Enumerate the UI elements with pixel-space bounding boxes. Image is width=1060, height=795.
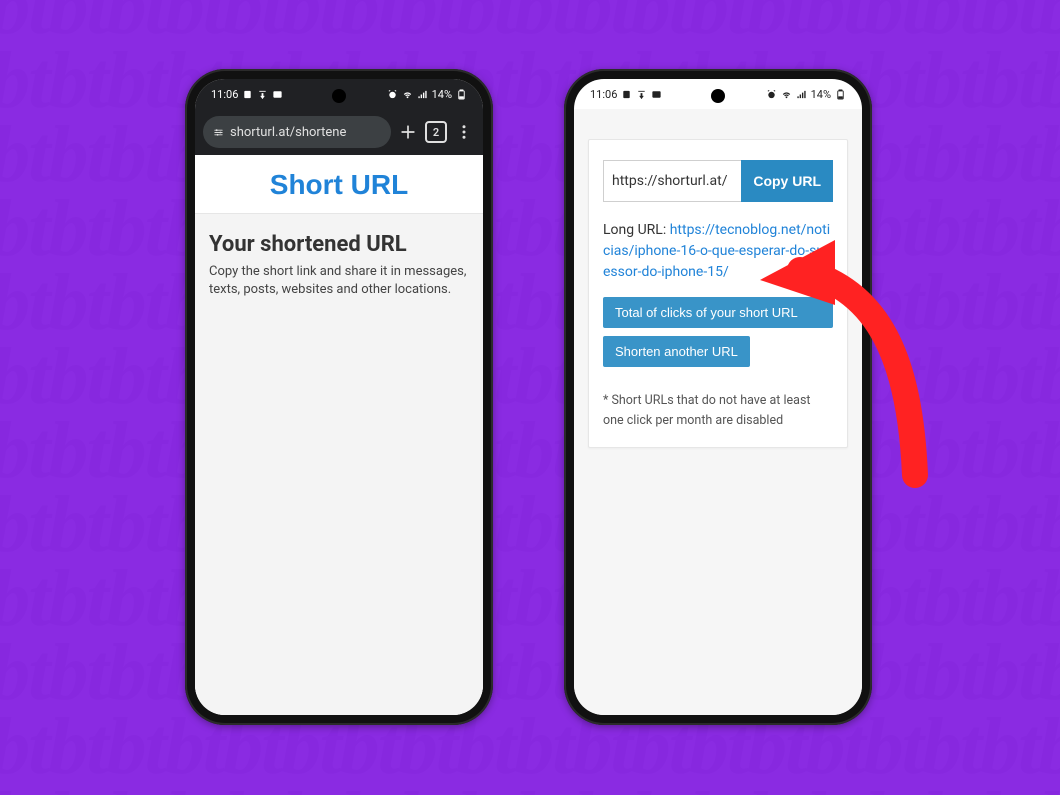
image-icon bbox=[651, 89, 662, 100]
page-content: https://shorturl.at/ Copy URL Long URL: … bbox=[574, 109, 862, 715]
wifi-icon bbox=[781, 89, 792, 100]
phone-mockup-right: 11:06 bbox=[564, 69, 872, 725]
battery-icon bbox=[835, 89, 846, 100]
new-tab-button[interactable] bbox=[397, 121, 419, 143]
status-time: 11:06 bbox=[211, 88, 238, 101]
alarm-icon bbox=[766, 89, 777, 100]
shorten-another-button[interactable]: Shorten another URL bbox=[603, 336, 750, 367]
result-card: https://shorturl.at/ Copy URL Long URL: … bbox=[588, 139, 848, 448]
download-icon bbox=[636, 89, 647, 100]
image-icon bbox=[272, 89, 283, 100]
copy-url-button[interactable]: Copy URL bbox=[741, 160, 833, 202]
download-icon bbox=[257, 89, 268, 100]
wifi-icon bbox=[402, 89, 413, 100]
signal-icon bbox=[796, 89, 807, 100]
long-url-row: Long URL: https://tecnoblog.net/noticias… bbox=[603, 220, 833, 283]
camera-cutout bbox=[332, 89, 346, 103]
battery-percent: 14% bbox=[432, 88, 452, 101]
site-logo-text[interactable]: Short URL bbox=[195, 169, 483, 201]
background-pattern bbox=[0, 0, 1060, 795]
address-url: shorturl.at/shortene bbox=[230, 125, 346, 140]
battery-percent: 14% bbox=[811, 88, 831, 101]
browser-toolbar: shorturl.at/shortene 2 bbox=[195, 109, 483, 155]
phone-mockup-left: 11:06 bbox=[185, 69, 493, 725]
long-url-label: Long URL: bbox=[603, 222, 670, 238]
page-subtext: Copy the short link and share it in mess… bbox=[209, 263, 469, 299]
browser-menu-button[interactable] bbox=[453, 121, 475, 143]
site-settings-icon bbox=[213, 127, 224, 138]
page-heading: Your shortened URL bbox=[209, 232, 469, 257]
disclaimer-text: * Short URLs that do not have at least o… bbox=[603, 391, 833, 431]
page-content: Short URL Your shortened URL Copy the sh… bbox=[195, 155, 483, 715]
notification-icon bbox=[242, 89, 253, 100]
tab-switcher-button[interactable]: 2 bbox=[425, 121, 447, 143]
notification-icon bbox=[621, 89, 632, 100]
site-header: Short URL bbox=[195, 155, 483, 214]
address-bar[interactable]: shorturl.at/shortene bbox=[203, 116, 391, 148]
status-time: 11:06 bbox=[590, 88, 617, 101]
camera-cutout bbox=[711, 89, 725, 103]
short-url-input[interactable]: https://shorturl.at/ bbox=[603, 160, 741, 202]
signal-icon bbox=[417, 89, 428, 100]
alarm-icon bbox=[387, 89, 398, 100]
battery-icon bbox=[456, 89, 467, 100]
click-stats-button[interactable]: Total of clicks of your short URL bbox=[603, 297, 833, 328]
